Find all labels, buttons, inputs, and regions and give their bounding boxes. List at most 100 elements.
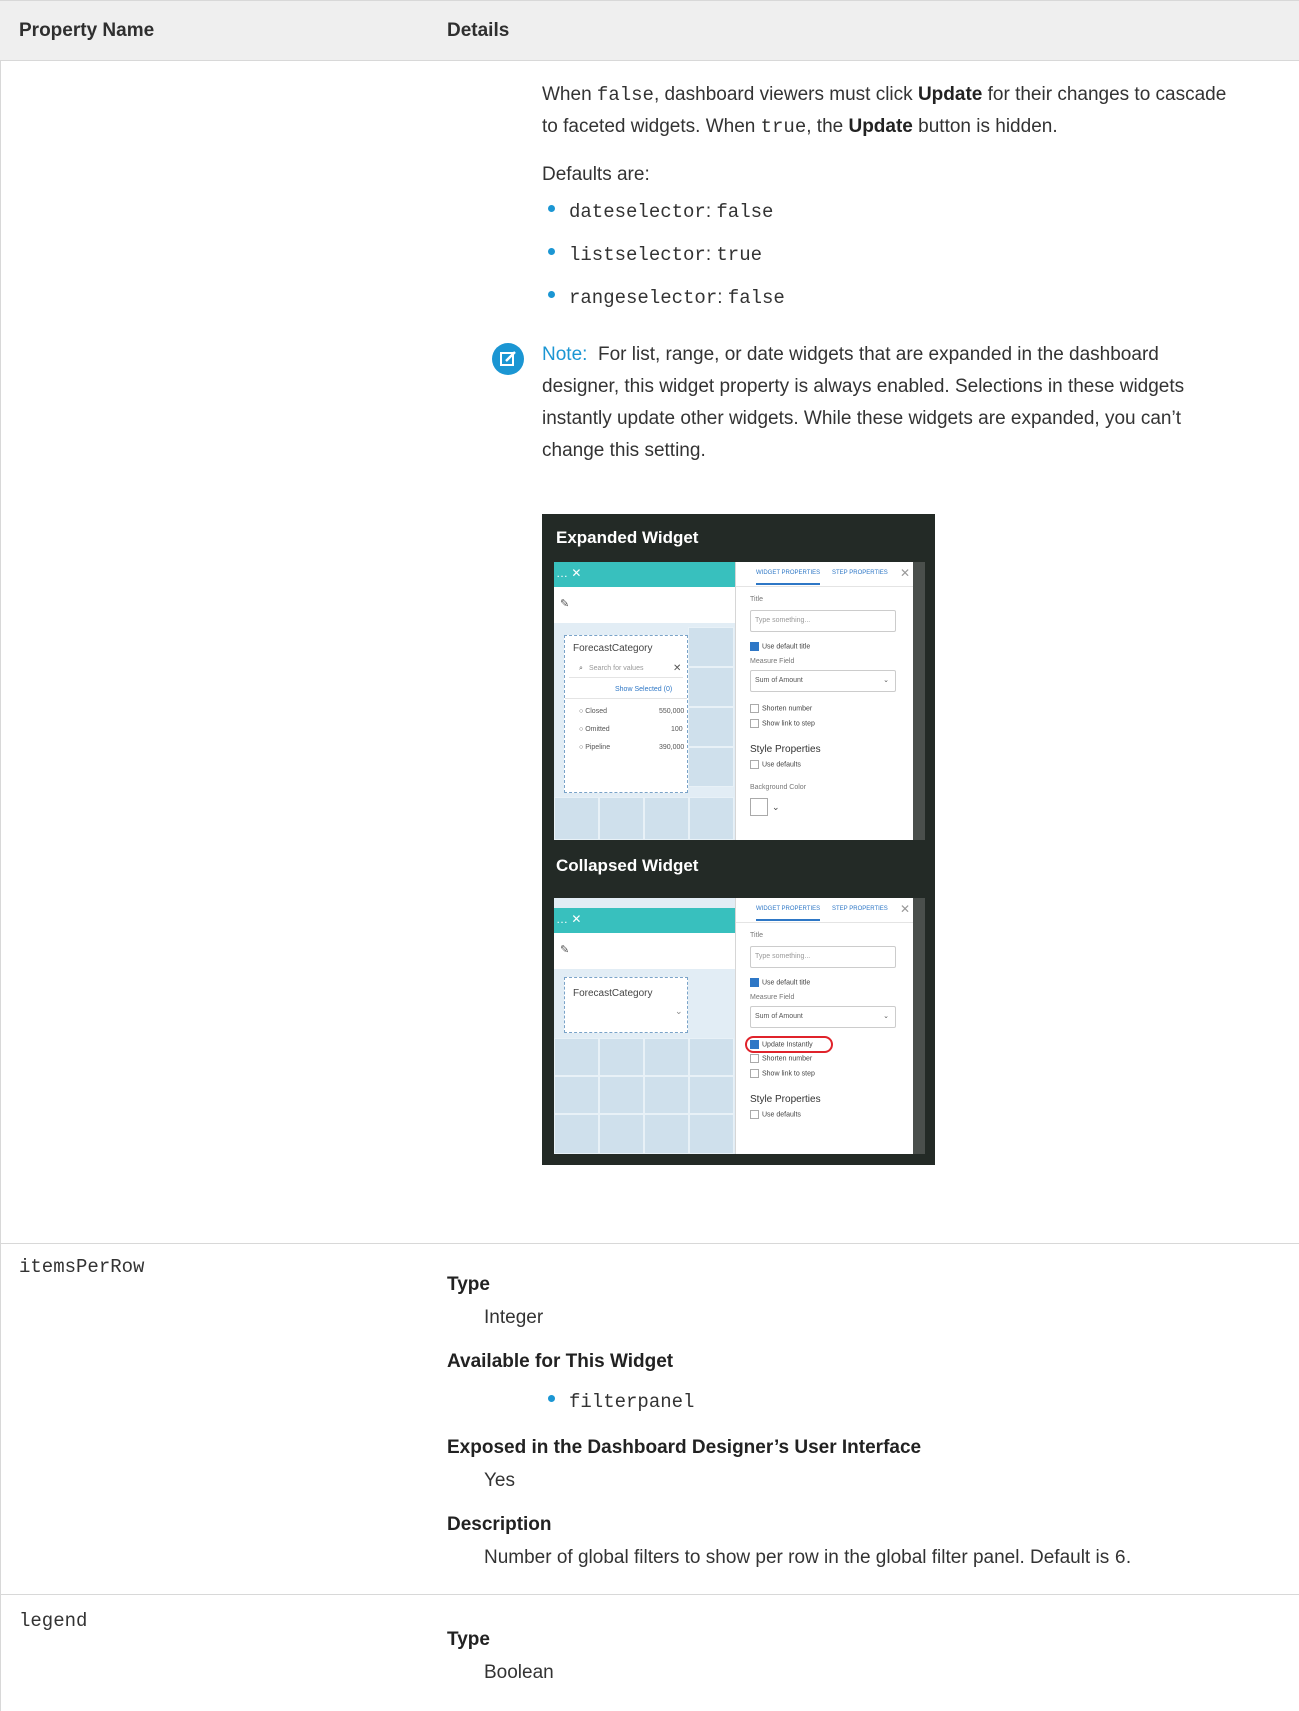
properties-tabs: WIDGET PROPERTIES STEP PROPERTIES ✕ xyxy=(736,898,914,923)
pencil-icon: ✎ xyxy=(560,598,570,610)
intro-line-2: to faceted widgets. When true, the Updat… xyxy=(542,116,1058,138)
toolbar: ✎ xyxy=(554,587,735,623)
close-icon: … ✕ xyxy=(556,912,582,926)
measure-field-label: Measure Field xyxy=(750,994,795,1001)
default-item: listselector: true xyxy=(548,244,762,266)
chevron-down-icon: ⌄ xyxy=(675,1006,683,1016)
close-icon[interactable]: ✕ xyxy=(900,902,910,916)
description-label: Description xyxy=(447,1514,552,1535)
type-value: Integer xyxy=(484,1307,544,1328)
title-label: Title xyxy=(750,932,763,939)
table-header: Property Name Details xyxy=(0,0,1299,61)
description-text: Number of global filters to show per row… xyxy=(484,1547,1132,1569)
show-link-checkbox[interactable]: Show link to step xyxy=(750,719,815,728)
bullet-dot xyxy=(548,291,555,299)
update-term: Update xyxy=(848,116,913,137)
update-term: Update xyxy=(917,84,983,105)
show-link-checkbox[interactable]: Show link to step xyxy=(750,1069,815,1078)
teal-tab-bar: … ✕ xyxy=(554,562,735,587)
property-name-legend: legend xyxy=(19,1610,88,1632)
row-divider xyxy=(0,1594,1299,1595)
collapsed-panel: … ✕ ✎ ForecastCategory ⌄ WIDGET PROPERTI… xyxy=(554,898,925,1154)
shorten-number-checkbox[interactable]: Shorten number xyxy=(750,1054,812,1063)
property-name-header: Property Name xyxy=(19,20,155,41)
note-icon xyxy=(492,343,524,375)
scrollbar[interactable] xyxy=(913,898,925,1154)
exposed-value: Yes xyxy=(484,1470,515,1491)
chevron-down-icon: ⌄ xyxy=(883,1013,889,1020)
table-left-border xyxy=(0,61,1,1711)
bullet-dot xyxy=(548,205,555,213)
type-value: Boolean xyxy=(484,1662,554,1683)
widget-title: ForecastCategory xyxy=(573,988,653,999)
close-icon[interactable]: ✕ xyxy=(900,566,910,580)
use-default-title-checkbox[interactable]: Use default title xyxy=(750,978,810,987)
exposed-label: Exposed in the Dashboard Designer’s User… xyxy=(447,1437,922,1458)
pencil-icon: ✎ xyxy=(560,944,570,956)
list-widget[interactable]: ForecastCategory ⌕ Search for values ✕ S… xyxy=(564,635,688,793)
dashboard-canvas: … ✕ ✎ ForecastCategory ⌄ xyxy=(554,898,735,1154)
close-icon: … ✕ xyxy=(556,566,582,580)
default-item: rangeselector: false xyxy=(548,287,785,309)
list-item-value: 100 xyxy=(671,726,683,733)
scrollbar[interactable] xyxy=(913,562,925,840)
tab-step-properties[interactable]: STEP PROPERTIES xyxy=(832,906,888,912)
style-properties-heading: Style Properties xyxy=(750,1094,821,1105)
title-input[interactable]: Type something... xyxy=(750,946,896,968)
list-item[interactable]: ○ Pipeline xyxy=(579,744,610,751)
expanded-panel: … ✕ ✎ ForecastCategory ⌕ Search for valu… xyxy=(554,562,925,840)
search-icon: ⌕ xyxy=(579,665,583,672)
widget-title: ForecastCategory xyxy=(573,643,653,654)
collapsed-list-widget[interactable]: ForecastCategory ⌄ xyxy=(564,977,688,1033)
show-selected-link[interactable]: Show Selected (0) xyxy=(615,686,672,693)
row-divider xyxy=(0,1243,1299,1244)
update-instantly-checkbox[interactable]: Update Instantly xyxy=(750,1040,813,1049)
details-header: Details xyxy=(447,20,510,41)
search-field[interactable]: ⌕ Search for values ✕ xyxy=(569,660,683,678)
properties-panel: WIDGET PROPERTIES STEP PROPERTIES ✕ Titl… xyxy=(735,898,914,1154)
use-defaults-checkbox[interactable]: Use defaults xyxy=(750,760,801,769)
type-label: Type xyxy=(447,1274,490,1295)
shorten-number-checkbox[interactable]: Shorten number xyxy=(750,704,812,713)
teal-tab-bar: … ✕ xyxy=(554,908,735,933)
use-defaults-checkbox[interactable]: Use defaults xyxy=(750,1110,801,1119)
use-default-title-checkbox[interactable]: Use default title xyxy=(750,642,810,651)
note-block: Note: For list, range, or date widgets t… xyxy=(542,344,1185,461)
bullet-dot xyxy=(548,1395,555,1403)
measure-field-label: Measure Field xyxy=(750,658,795,665)
clear-icon: ✕ xyxy=(673,663,682,674)
measure-field-select[interactable]: Sum of Amount ⌄ xyxy=(750,670,896,692)
list-item-value: 390,000 xyxy=(659,744,685,751)
widget-screenshot: Expanded Widget … ✕ ✎ ForecastCategory ⌕ xyxy=(542,514,935,1165)
property-name-itemsperrow: itemsPerRow xyxy=(19,1256,145,1278)
list-item-value: 550,000 xyxy=(659,708,685,715)
toolbar: ✎ xyxy=(554,933,735,969)
list-item[interactable]: ○ Closed xyxy=(579,708,607,715)
tab-widget-properties[interactable]: WIDGET PROPERTIES xyxy=(756,570,821,585)
tab-step-properties[interactable]: STEP PROPERTIES xyxy=(832,570,888,576)
dashboard-canvas: … ✕ ✎ ForecastCategory ⌕ Search for valu… xyxy=(554,562,735,840)
defaults-label: Defaults are: xyxy=(542,164,650,185)
color-swatch[interactable] xyxy=(750,798,768,816)
code-true: true xyxy=(760,116,807,138)
tab-widget-properties[interactable]: WIDGET PROPERTIES xyxy=(756,906,821,921)
measure-field-select[interactable]: Sum of Amount ⌄ xyxy=(750,1006,896,1028)
style-properties-heading: Style Properties xyxy=(750,744,821,755)
properties-tabs: WIDGET PROPERTIES STEP PROPERTIES ✕ xyxy=(736,562,914,587)
background-color-label: Background Color xyxy=(750,784,807,791)
bullet-dot xyxy=(548,248,555,256)
chevron-down-icon: ⌄ xyxy=(772,802,780,812)
title-input[interactable]: Type something... xyxy=(750,610,896,632)
collapsed-widget-title: Collapsed Widget xyxy=(556,856,699,875)
default-item: dateselector: false xyxy=(548,201,773,223)
expanded-widget-title: Expanded Widget xyxy=(556,528,699,547)
doc-page: Property Name Details When false, dashbo… xyxy=(0,0,1299,1711)
note-label: Note: xyxy=(542,344,588,365)
list-item[interactable]: ○ Omitted xyxy=(579,726,610,733)
title-label: Title xyxy=(750,596,763,603)
chevron-down-icon: ⌄ xyxy=(883,677,889,684)
available-item: filterpanel xyxy=(548,1391,694,1413)
intro-line-1: When false, dashboard viewers must click… xyxy=(542,84,1227,106)
available-label: Available for This Widget xyxy=(447,1351,674,1372)
properties-panel: WIDGET PROPERTIES STEP PROPERTIES ✕ Titl… xyxy=(735,562,914,840)
